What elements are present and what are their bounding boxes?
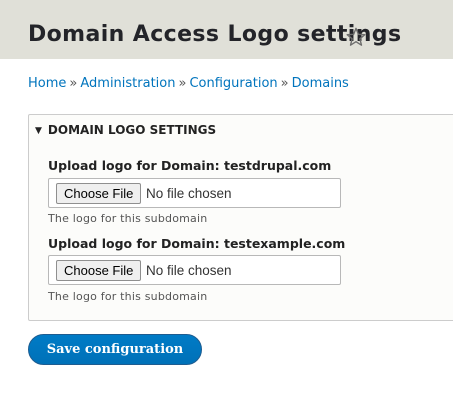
domain-logo-settings-fieldset: ▼ DOMAIN LOGO SETTINGS Upload logo for Do…: [28, 114, 453, 321]
breadcrumb-administration-link[interactable]: Administration: [80, 76, 175, 91]
logo-file-input-testexample[interactable]: Choose File No file chosen: [48, 255, 341, 285]
logo-field-label-testexample: Upload logo for Domain: testexample.com: [48, 236, 346, 251]
choose-file-button[interactable]: Choose File: [56, 260, 142, 281]
domain-logo-settings-summary[interactable]: ▼ DOMAIN LOGO SETTINGS: [35, 123, 216, 137]
breadcrumb-separator: »: [280, 76, 289, 91]
breadcrumb-separator: »: [69, 76, 78, 91]
breadcrumb-separator: »: [178, 76, 187, 91]
logo-file-input-testdrupal[interactable]: Choose File No file chosen: [48, 178, 341, 208]
breadcrumb-configuration-link[interactable]: Configuration: [189, 76, 277, 91]
file-status-text: No file chosen: [146, 263, 232, 278]
star-icon[interactable]: [345, 26, 367, 48]
logo-field-label-testdrupal: Upload logo for Domain: testdrupal.com: [48, 158, 332, 173]
domain-logo-settings-heading: DOMAIN LOGO SETTINGS: [47, 123, 217, 137]
save-configuration-button[interactable]: Save configuration: [28, 334, 202, 365]
page-header: Domain Access Logo settings: [0, 0, 453, 59]
file-status-text: No file chosen: [146, 186, 232, 201]
logo-field-description: The logo for this subdomain: [48, 212, 208, 225]
breadcrumb: Home» Administration» Configuration» Domain…: [28, 76, 349, 91]
choose-file-button[interactable]: Choose File: [56, 183, 142, 204]
breadcrumb-home-link[interactable]: Home: [28, 76, 66, 91]
breadcrumb-domains-link[interactable]: Domains: [292, 76, 349, 91]
triangle-down-icon: ▼: [35, 126, 42, 136]
logo-field-description: The logo for this subdomain: [48, 290, 208, 303]
